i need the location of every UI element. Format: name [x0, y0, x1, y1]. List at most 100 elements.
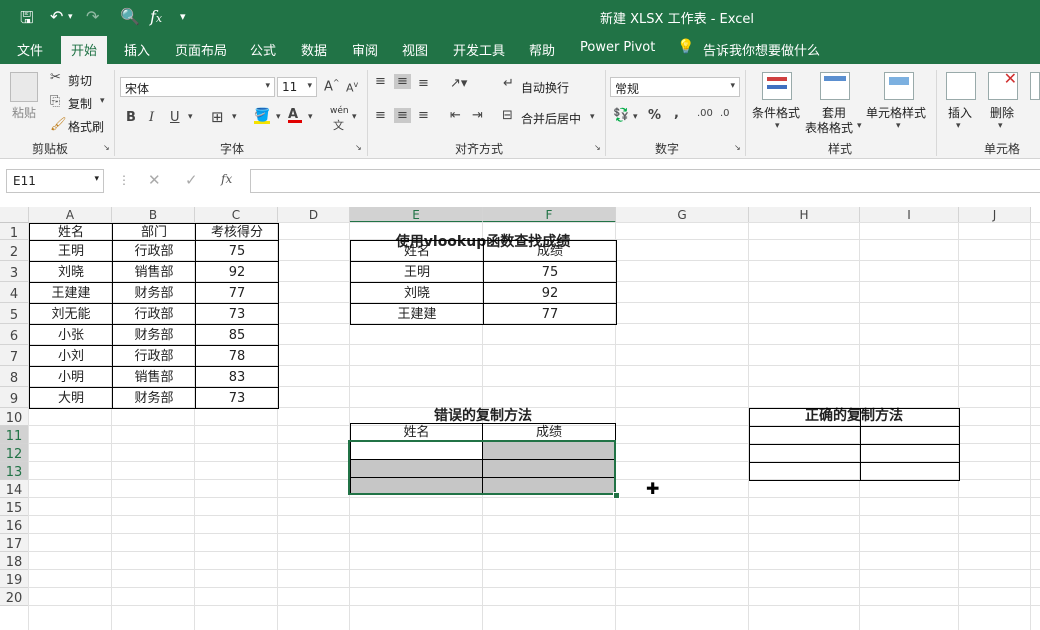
right-method-cell[interactable]: [860, 426, 960, 445]
borders-dropdown-icon[interactable]: ▾: [232, 112, 237, 122]
tab-developer[interactable]: 开发工具: [453, 40, 505, 59]
right-method-cell[interactable]: [749, 444, 861, 463]
table-cell[interactable]: 行政部: [112, 240, 196, 262]
paste-button[interactable]: 粘贴: [12, 104, 36, 121]
bold-button[interactable]: B: [126, 110, 136, 125]
customize-icon[interactable]: ▾: [180, 10, 186, 23]
cut-button[interactable]: 剪切: [68, 72, 92, 89]
table-cell[interactable]: 销售部: [112, 261, 196, 283]
dialog-launcher-icon[interactable]: ↘: [103, 143, 110, 152]
lookup-header-cell[interactable]: 成绩: [483, 240, 617, 262]
row-header-12[interactable]: 12: [0, 444, 29, 462]
tab-power-pivot[interactable]: Power Pivot: [580, 40, 655, 55]
table-cell[interactable]: 刘晓: [29, 261, 113, 283]
chevron-down-icon[interactable]: ▾: [857, 121, 862, 131]
column-header-d[interactable]: D: [278, 207, 350, 223]
font-color-icon[interactable]: A: [288, 107, 302, 123]
align-left-icon[interactable]: ≡: [375, 108, 386, 123]
chevron-down-icon[interactable]: ▾: [998, 121, 1003, 131]
tab-view[interactable]: 视图: [402, 40, 428, 59]
row-header-3[interactable]: 3: [0, 261, 29, 282]
increase-indent-icon[interactable]: ⇥: [472, 108, 483, 123]
row-header-6[interactable]: 6: [0, 324, 29, 345]
table-cell[interactable]: 王明: [29, 240, 113, 262]
save-icon[interactable]: 🖫: [20, 7, 34, 34]
tab-home[interactable]: 开始: [61, 36, 108, 64]
tab-data[interactable]: 数据: [301, 40, 327, 59]
row-header-14[interactable]: 14: [0, 480, 29, 498]
comma-button[interactable]: ,: [674, 106, 679, 121]
paste-icon[interactable]: [10, 72, 38, 102]
borders-icon[interactable]: ⊞: [211, 108, 224, 126]
row-header-17[interactable]: 17: [0, 534, 29, 552]
increase-decimal-button[interactable]: .00: [697, 108, 713, 119]
tab-formulas[interactable]: 公式: [250, 40, 276, 59]
tab-file[interactable]: 文件: [17, 40, 43, 59]
align-middle-icon[interactable]: ≡: [394, 74, 411, 89]
right-method-cell[interactable]: [749, 426, 861, 445]
right-method-cell[interactable]: [860, 444, 960, 463]
tab-insert[interactable]: 插入: [124, 40, 150, 59]
lookup-cell[interactable]: 92: [483, 282, 617, 304]
table-header-cell[interactable]: 姓名: [29, 223, 113, 241]
row-header-13[interactable]: 13: [0, 462, 29, 480]
font-color-dropdown-icon[interactable]: ▾: [308, 112, 313, 122]
orientation-icon[interactable]: ↗▾: [450, 76, 467, 91]
table-cell[interactable]: 财务部: [112, 282, 196, 304]
column-header-a[interactable]: A: [29, 207, 112, 223]
table-cell[interactable]: 小明: [29, 366, 113, 388]
delete-cells-button[interactable]: 删除: [990, 104, 1014, 121]
dialog-launcher-icon[interactable]: ↘: [355, 143, 362, 152]
chevron-down-icon[interactable]: ▾: [775, 121, 780, 131]
column-header-b[interactable]: B: [112, 207, 195, 223]
fx-icon[interactable]: fx: [150, 7, 162, 26]
name-box[interactable]: E11 ▾: [6, 169, 104, 193]
table-cell[interactable]: 73: [195, 303, 279, 325]
decrease-indent-icon[interactable]: ⇤: [450, 108, 461, 123]
table-header-cell[interactable]: 考核得分: [195, 223, 279, 241]
format-painter-button[interactable]: 格式刷: [68, 118, 104, 135]
column-header-g[interactable]: G: [616, 207, 749, 223]
table-cell[interactable]: 大明: [29, 387, 113, 409]
tell-me-search[interactable]: 告诉我你想要做什么: [703, 40, 820, 59]
accounting-dropdown-icon[interactable]: ▾: [633, 112, 638, 122]
row-header-10[interactable]: 10: [0, 408, 29, 426]
undo-dropdown-icon[interactable]: ▾: [68, 12, 73, 22]
table-cell[interactable]: 王建建: [29, 282, 113, 304]
decrease-decimal-button[interactable]: .0: [720, 108, 730, 119]
italic-button[interactable]: I: [149, 110, 154, 125]
table-cell[interactable]: 73: [195, 387, 279, 409]
select-all-corner[interactable]: [0, 207, 29, 223]
lookup-cell[interactable]: 刘晓: [350, 282, 484, 304]
table-cell[interactable]: 财务部: [112, 387, 196, 409]
merge-center-button[interactable]: 合并后居中: [521, 110, 581, 127]
table-cell[interactable]: 销售部: [112, 366, 196, 388]
copy-button[interactable]: 复制: [68, 95, 92, 112]
lookup-cell[interactable]: 77: [483, 303, 617, 325]
table-cell[interactable]: 刘无能: [29, 303, 113, 325]
accounting-format-icon[interactable]: 💱: [613, 108, 629, 123]
fill-color-icon[interactable]: 🪣: [254, 108, 270, 124]
table-format-button[interactable]: 表格格式: [805, 119, 853, 136]
table-cell[interactable]: 77: [195, 282, 279, 304]
tab-review[interactable]: 审阅: [352, 40, 378, 59]
table-cell[interactable]: 行政部: [112, 345, 196, 367]
fill-color-dropdown-icon[interactable]: ▾: [276, 112, 281, 122]
merge-dropdown-icon[interactable]: ▾: [590, 112, 595, 122]
phonetic-button[interactable]: wén: [330, 106, 349, 116]
table-cell[interactable]: 83: [195, 366, 279, 388]
align-center-icon[interactable]: ≡: [394, 108, 411, 123]
row-header-19[interactable]: 19: [0, 570, 29, 588]
number-format-combo[interactable]: 常规 ▾: [610, 77, 740, 97]
formula-input[interactable]: [250, 169, 1040, 193]
table-cell[interactable]: 75: [195, 240, 279, 262]
right-method-cell[interactable]: [749, 408, 861, 427]
table-cell[interactable]: 78: [195, 345, 279, 367]
chevron-down-icon[interactable]: ▾: [896, 121, 901, 131]
column-header-j[interactable]: J: [959, 207, 1031, 223]
row-header-16[interactable]: 16: [0, 516, 29, 534]
lookup-cell[interactable]: 王明: [350, 261, 484, 283]
row-header-20[interactable]: 20: [0, 588, 29, 606]
insert-function-button[interactable]: fx: [221, 172, 232, 186]
lookup-header-cell[interactable]: 姓名: [350, 240, 484, 262]
